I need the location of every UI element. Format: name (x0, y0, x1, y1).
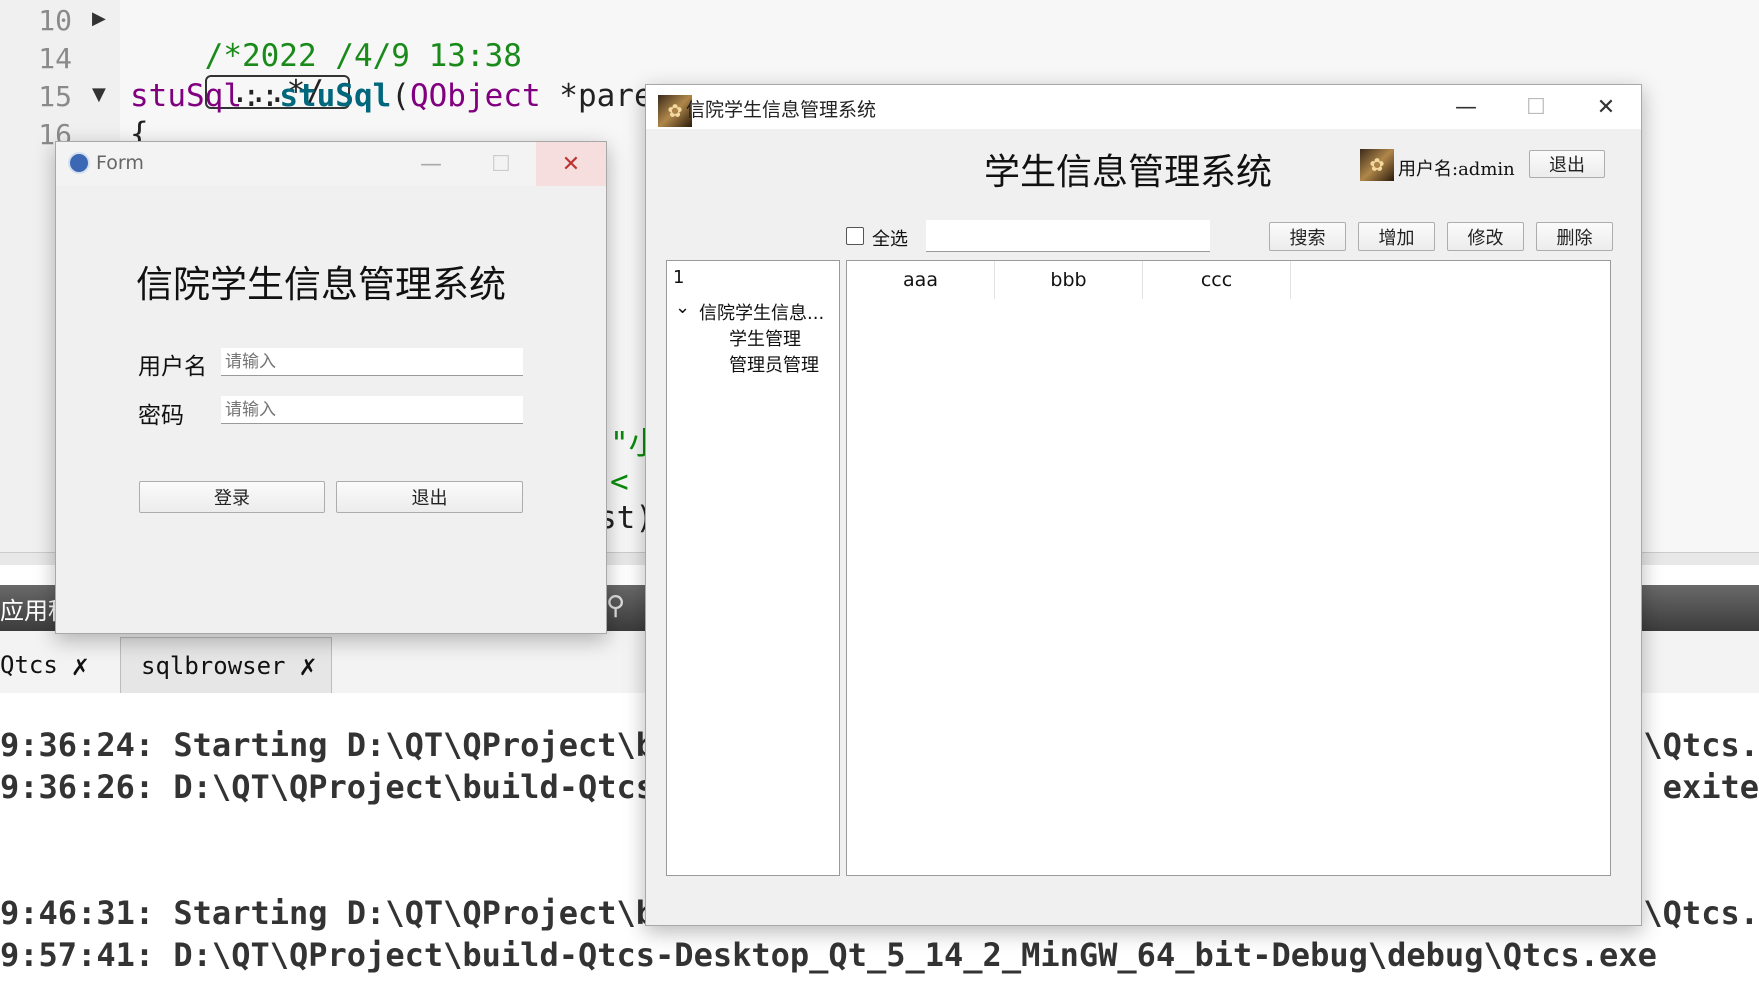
output-line: 9:36:26: D:\QT\QProject\build-Qtcs (0, 768, 656, 806)
exit-button[interactable]: 退出 (336, 481, 523, 513)
close-button[interactable]: ✕ (536, 142, 606, 186)
logout-button[interactable]: 退出 (1529, 150, 1605, 178)
username-input[interactable] (221, 348, 523, 376)
output-tab-qtcs[interactable]: Qtcs ✗ (0, 637, 89, 693)
minimize-button[interactable]: — (396, 142, 466, 186)
function-name: stuSql (279, 78, 392, 114)
password-label: 密码 (138, 403, 184, 429)
tree-root-item[interactable]: 信院学生信息... (699, 299, 824, 325)
search-icon[interactable]: ⚲ (606, 591, 625, 621)
output-line-tail: exite (1662, 768, 1759, 806)
student-table[interactable]: aaa bbb ccc (846, 260, 1611, 876)
line-number: 14 (38, 42, 72, 75)
user-label: 用户名:admin (1398, 159, 1515, 180)
login-form-window: Form — ☐ ✕ 信院学生信息管理系统 用户名 密码 登录 退出 (55, 141, 607, 634)
nav-tree[interactable]: 1 ⌄ 信院学生信息... 学生管理 管理员管理 (666, 260, 840, 876)
main-window: ✿ 信院学生信息管理系统 — ☐ ✕ 学生信息管理系统 ✿ 用户名:admin … (645, 84, 1642, 926)
main-titlebar[interactable]: ✿ 信院学生信息管理系统 — ☐ ✕ (646, 85, 1641, 129)
output-line-tail: \Qtcs. (1643, 894, 1759, 932)
output-tab-sqlbrowser[interactable]: sqlbrowser ✗ (120, 637, 332, 693)
close-tab-icon[interactable]: ✗ (72, 649, 89, 682)
code-line-15[interactable]: stuSql::stuSql(QObject *paren (130, 78, 671, 114)
tree-item-admin-management[interactable]: 管理员管理 (729, 351, 819, 377)
class-name: stuSql (130, 78, 242, 114)
output-line-tail: \Qtcs. (1643, 726, 1759, 764)
tree-item-student-management[interactable]: 学生管理 (729, 325, 801, 351)
tree-header: 1 (673, 267, 685, 288)
fold-expand-icon[interactable]: ▶ (92, 8, 106, 29)
close-tab-icon[interactable]: ✗ (300, 649, 317, 682)
tab-label: sqlbrowser (141, 651, 286, 680)
fold-collapse-icon[interactable]: ▼ (92, 84, 106, 105)
add-button[interactable]: 增加 (1358, 222, 1435, 251)
search-input[interactable] (926, 220, 1210, 252)
search-button[interactable]: 搜索 (1269, 222, 1346, 251)
form-titlebar[interactable]: Form — ☐ ✕ (56, 142, 606, 186)
select-all-label: 全选 (872, 229, 908, 250)
tab-label: Qtcs (0, 651, 58, 679)
login-button[interactable]: 登录 (139, 481, 325, 513)
delete-button[interactable]: 删除 (1536, 222, 1613, 251)
select-all-checkbox[interactable] (846, 227, 864, 245)
column-header[interactable]: ccc (1143, 261, 1291, 299)
column-header[interactable]: bbb (995, 261, 1143, 299)
line-number: 10 (38, 4, 72, 37)
username-label: 用户名 (138, 354, 207, 380)
scope-operator: :: (241, 78, 280, 114)
main-heading: 学生信息管理系统 (984, 152, 1273, 193)
output-line: 9:36:24: Starting D:\QT\QProject\b (0, 726, 656, 764)
open-paren: ( (391, 78, 410, 114)
maximize-button[interactable]: ☐ (466, 142, 536, 186)
password-input[interactable] (221, 396, 523, 424)
code-fragment: < (610, 464, 629, 500)
column-header[interactable]: aaa (847, 261, 995, 299)
avatar-icon: ✿ (1360, 149, 1394, 181)
edit-button[interactable]: 修改 (1447, 222, 1524, 251)
chevron-down-icon[interactable]: ⌄ (675, 297, 690, 318)
type-name: QObject (409, 78, 541, 114)
output-line: 9:46:31: Starting D:\QT\QProject\b (0, 894, 656, 932)
close-button[interactable]: ✕ (1571, 85, 1641, 129)
line-number: 15 (38, 80, 72, 113)
qt-app-icon (68, 152, 90, 174)
code-line-10[interactable]: /*2022 /4/9 13:38 ...*/ (130, 2, 522, 146)
window-title: 信院学生信息管理系统 (686, 99, 877, 121)
comment-text: /*2022 /4/9 13:38 (204, 38, 522, 74)
output-line: 9:57:41: D:\QT\QProject\build-Qtcs-Deskt… (0, 936, 1657, 974)
login-heading: 信院学生信息管理系统 (136, 263, 506, 306)
maximize-button[interactable]: ☐ (1501, 85, 1571, 129)
window-title: Form (96, 152, 144, 174)
minimize-button[interactable]: — (1431, 85, 1501, 129)
